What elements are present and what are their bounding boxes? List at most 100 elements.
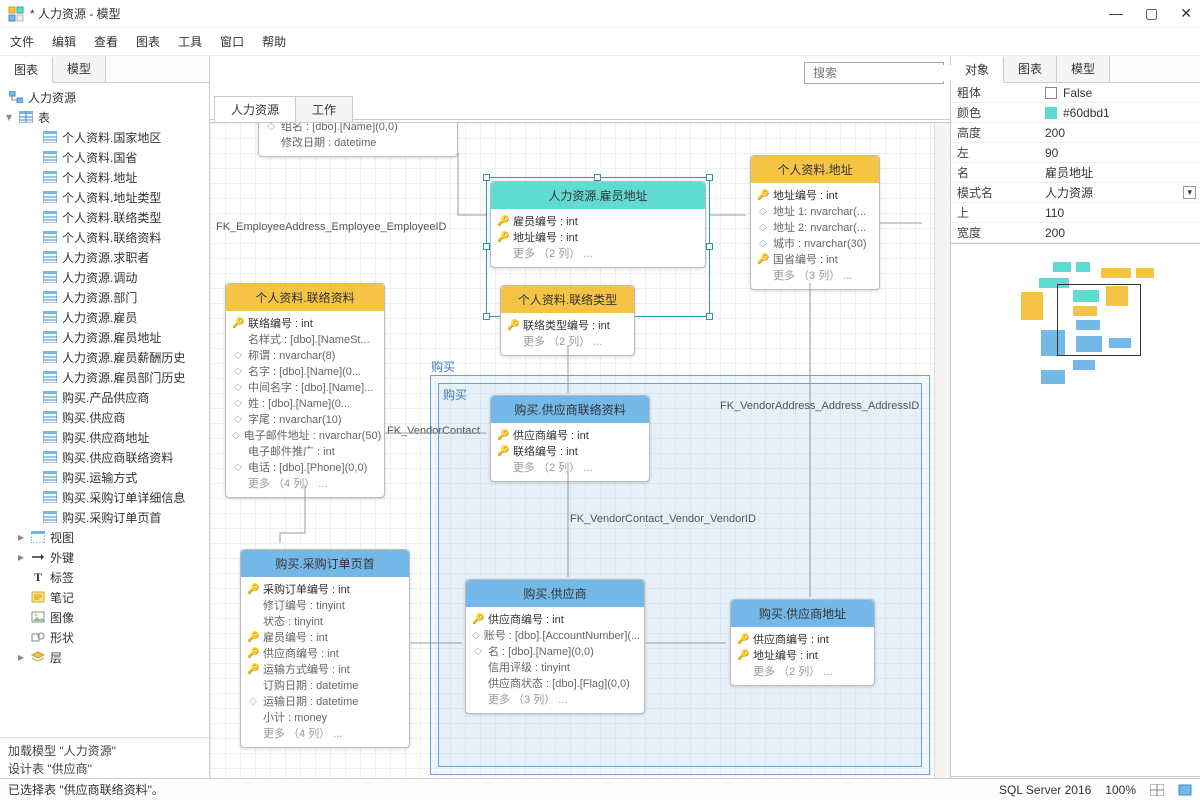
entity-employee-address[interactable]: 人力资源.雇员地址 🔑雇员编号 : int 🔑地址编号 : int 更多 （2 … xyxy=(490,181,706,268)
menu-window[interactable]: 窗口 xyxy=(220,33,244,50)
checkbox-icon[interactable] xyxy=(1045,87,1057,99)
tree-table-item[interactable]: 购买.供应商联络资料 xyxy=(2,447,207,467)
tree-table-item[interactable]: 购买.采购订单页首 xyxy=(2,507,207,527)
search-input[interactable] xyxy=(811,65,970,81)
grid-toggle-icon[interactable] xyxy=(1150,784,1164,796)
tree-table-item[interactable]: 购买.供应商 xyxy=(2,407,207,427)
entity-address[interactable]: 个人资料.地址 🔑地址编号 : int ◇地址 1: nvarchar(... … xyxy=(750,155,880,290)
image-icon xyxy=(30,610,46,624)
tree-table-item[interactable]: 个人资料.国省 xyxy=(2,147,207,167)
right-pane: 对象 图表 模型 粗体False 颜色#60dbd1 高度200 左90 名雇员… xyxy=(950,56,1200,800)
history-item[interactable]: 加载模型 "人力资源" xyxy=(8,742,201,760)
left-tabs: 图表 模型 xyxy=(0,56,209,83)
tree-table-item[interactable]: 个人资料.地址 xyxy=(2,167,207,187)
titlebar: * 人力资源 - 模型 — ▢ ✕ xyxy=(0,0,1200,28)
tree-table-item[interactable]: 人力资源.雇员地址 xyxy=(2,327,207,347)
property-grid[interactable]: 粗体False 颜色#60dbd1 高度200 左90 名雇员地址 模式名人力资… xyxy=(951,83,1200,243)
tree-table-item[interactable]: 购买.采购订单详细信息 xyxy=(2,487,207,507)
tree-table-item[interactable]: 人力资源.调动 xyxy=(2,267,207,287)
tree-table-item[interactable]: 购买.供应商地址 xyxy=(2,427,207,447)
fk-label: FK_EmployeeAddress_Employee_EmployeeID xyxy=(216,221,447,233)
entity-vendor[interactable]: 购买.供应商 🔑供应商编号 : int ◇账号 : [dbo].[Account… xyxy=(465,579,645,714)
entity-contact[interactable]: 个人资料.联络资料 🔑联络编号 : int 名样式 : [dbo].[NameS… xyxy=(225,283,385,498)
menu-file[interactable]: 文件 xyxy=(10,33,34,50)
fit-icon[interactable] xyxy=(1178,784,1192,796)
tree-table-item[interactable]: 人力资源.雇员薪酬历史 xyxy=(2,347,207,367)
table-icon xyxy=(42,390,58,404)
tree-table-item[interactable]: 个人资料.联络资料 xyxy=(2,227,207,247)
status-zoom: 100% xyxy=(1105,783,1136,797)
table-icon xyxy=(42,350,58,364)
menu-tools[interactable]: 工具 xyxy=(178,33,202,50)
tree-fks[interactable]: ▸外键 xyxy=(2,547,207,567)
table-icon xyxy=(42,210,58,224)
tree-table-item[interactable]: 购买.产品供应商 xyxy=(2,387,207,407)
table-icon xyxy=(42,510,58,524)
tree-labels[interactable]: T标签 xyxy=(2,567,207,587)
view-icon xyxy=(30,530,46,544)
entity-po-header[interactable]: 购买.采购订单页首 🔑采购订单编号 : int 修订编号 : tinyint 状… xyxy=(240,549,410,748)
tree-notes[interactable]: 笔记 xyxy=(2,587,207,607)
entity-contact-type[interactable]: 个人资料.联络类型 🔑联络类型编号 : int 更多 （2 列） ... xyxy=(500,285,635,356)
tree-root[interactable]: 人力资源 xyxy=(2,87,207,107)
left-pane: 图表 模型 人力资源 ▾ 表 个人资料.国家地区个人资料.国省个人资料.地址个人… xyxy=(0,56,210,800)
minimap[interactable] xyxy=(951,243,1200,776)
tree-table-item[interactable]: 人力资源.雇员 xyxy=(2,307,207,327)
minimize-icon[interactable]: — xyxy=(1109,5,1123,22)
tree-table-item[interactable]: 人力资源.雇员部门历史 xyxy=(2,367,207,387)
tables-icon xyxy=(18,110,34,124)
table-icon xyxy=(42,170,58,184)
color-swatch[interactable] xyxy=(1045,107,1057,119)
left-tab-diagram[interactable]: 图表 xyxy=(0,57,53,83)
right-tab-diagram[interactable]: 图表 xyxy=(1004,56,1057,82)
tree-images[interactable]: 图像 xyxy=(2,607,207,627)
table-icon xyxy=(42,490,58,504)
table-icon xyxy=(42,290,58,304)
entity-vendor-address[interactable]: 购买.供应商地址 🔑供应商编号 : int 🔑地址编号 : int 更多 （2 … xyxy=(730,599,875,686)
tree-table-item[interactable]: 个人资料.地址类型 xyxy=(2,187,207,207)
tree-table-item[interactable]: 人力资源.求职者 xyxy=(2,247,207,267)
doc-tab-hr[interactable]: 人力资源 xyxy=(214,96,296,122)
menu-view[interactable]: 查看 xyxy=(94,33,118,50)
table-icon xyxy=(42,150,58,164)
menubar: 文件 编辑 查看 图表 工具 窗口 帮助 xyxy=(0,28,1200,56)
diagram-canvas[interactable]: ◇名 : [dbo].[Name](0,0) ◇组名 : [dbo].[Name… xyxy=(210,123,934,784)
history-item[interactable]: 设计表 "供应商" xyxy=(8,760,201,778)
left-tab-model[interactable]: 模型 xyxy=(53,56,106,82)
window-title: * 人力资源 - 模型 xyxy=(30,5,121,22)
tree-layers[interactable]: ▸层 xyxy=(2,647,207,667)
label-icon: T xyxy=(30,570,46,584)
tree-table-item[interactable]: 个人资料.联络类型 xyxy=(2,207,207,227)
right-tab-object[interactable]: 对象 xyxy=(951,57,1004,83)
entity-vendor-contact[interactable]: 购买.供应商联络资料 🔑供应商编号 : int 🔑联络编号 : int 更多 （… xyxy=(490,395,650,482)
maximize-icon[interactable]: ▢ xyxy=(1145,5,1158,22)
menu-help[interactable]: 帮助 xyxy=(262,33,286,50)
status-bar: 已选择表 "供应商联络资料"。 SQL Server 2016 100% xyxy=(0,778,1200,800)
center-pane: 🔍 人力资源 工作 ◇名 : [dbo].[Name](0,0) ◇组名 : [… xyxy=(210,56,950,800)
tree-tables[interactable]: ▾ 表 xyxy=(2,107,207,127)
table-icon xyxy=(42,470,58,484)
table-icon xyxy=(42,370,58,384)
right-tab-model[interactable]: 模型 xyxy=(1057,56,1110,82)
status-text: 已选择表 "供应商联络资料"。 xyxy=(8,781,164,798)
tree-table-item[interactable]: 个人资料.国家地区 xyxy=(2,127,207,147)
menu-diagram[interactable]: 图表 xyxy=(136,33,160,50)
search-box[interactable]: 🔍 xyxy=(804,62,944,84)
tree[interactable]: 人力资源 ▾ 表 个人资料.国家地区个人资料.国省个人资料.地址个人资料.地址类… xyxy=(0,83,209,737)
close-icon[interactable]: ✕ xyxy=(1180,5,1192,22)
table-icon xyxy=(42,130,58,144)
entity-stub[interactable]: ◇名 : [dbo].[Name](0,0) ◇组名 : [dbo].[Name… xyxy=(258,123,458,157)
tree-table-item[interactable]: 人力资源.部门 xyxy=(2,287,207,307)
app-icon xyxy=(8,6,24,22)
menu-edit[interactable]: 编辑 xyxy=(52,33,76,50)
doc-tab-work[interactable]: 工作 xyxy=(295,96,353,122)
tree-shapes[interactable]: 形状 xyxy=(2,627,207,647)
vertical-scrollbar[interactable] xyxy=(934,123,950,784)
table-icon xyxy=(42,330,58,344)
table-icon xyxy=(42,430,58,444)
tree-table-item[interactable]: 购买.运输方式 xyxy=(2,467,207,487)
note-icon xyxy=(30,590,46,604)
tree-views[interactable]: ▸视图 xyxy=(2,527,207,547)
chevron-down-icon[interactable]: ▾ xyxy=(1183,186,1196,199)
fk-label: FK_VendorContact_Vendor_VendorID xyxy=(570,513,756,525)
